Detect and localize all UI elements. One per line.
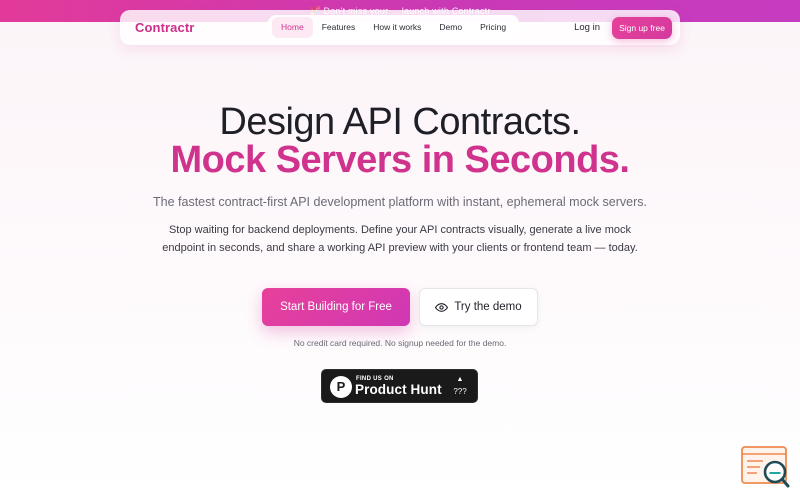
nav-links: Home Features How it works Demo Pricing xyxy=(268,15,520,40)
subheadline: The fastest contract-first API developme… xyxy=(153,195,647,209)
eye-icon xyxy=(435,301,449,314)
nav-link-demo[interactable]: Demo xyxy=(430,17,471,38)
headline-line-2: Mock Servers in Seconds. xyxy=(170,139,630,181)
upvote-count: ??? xyxy=(453,387,467,396)
product-hunt-logo-icon: P xyxy=(330,376,352,398)
product-hunt-upvote: ▲ ??? xyxy=(452,375,468,398)
upvote-arrow-icon: ▲ xyxy=(456,376,464,383)
search-document-icon[interactable] xyxy=(741,446,791,490)
product-hunt-badge[interactable]: P FIND US ON Product Hunt ▲ ??? xyxy=(321,369,478,403)
try-demo-button[interactable]: Try the demo xyxy=(419,288,538,326)
navbar: Contractr Home Features How it works Dem… xyxy=(120,10,680,45)
login-link[interactable]: Log in xyxy=(574,10,600,45)
product-hunt-title: Product Hunt xyxy=(355,382,442,397)
nav-link-pricing[interactable]: Pricing xyxy=(471,17,515,38)
nav-link-how-it-works[interactable]: How it works xyxy=(364,17,430,38)
try-demo-label: Try the demo xyxy=(454,301,522,313)
landing-page: 🎉 Don't miss your ... launch with Contra… xyxy=(0,0,800,500)
signup-button[interactable]: Sign up free xyxy=(612,17,672,39)
nav-link-home[interactable]: Home xyxy=(272,17,313,38)
hero-description: Stop waiting for backend deployments. De… xyxy=(162,224,638,254)
start-building-button[interactable]: Start Building for Free xyxy=(262,288,410,326)
brand-logo[interactable]: Contractr xyxy=(135,10,194,45)
nav-link-features[interactable]: Features xyxy=(313,17,365,38)
cta-note: No credit card required. No signup neede… xyxy=(293,338,507,348)
